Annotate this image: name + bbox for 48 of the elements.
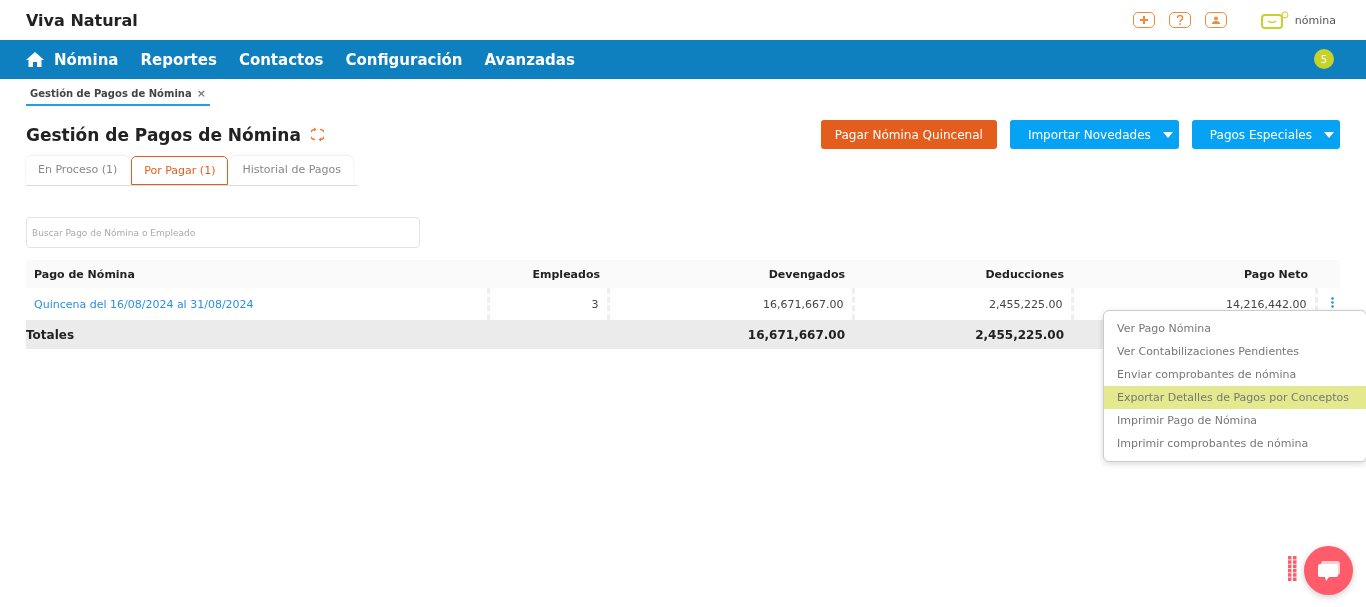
nav-item[interactable]: Reportes [140, 50, 217, 69]
menu-item[interactable]: Enviar comprobantes de nómina [1104, 363, 1366, 386]
open-tab[interactable]: Gestión de Pagos de Nómina × [26, 85, 210, 106]
column-header: Pago de Nómina [26, 260, 488, 288]
nav-item[interactable]: Configuración [345, 50, 463, 69]
column-header: Deducciones [853, 260, 1072, 288]
table-cell: 14,216,442.00 [1226, 297, 1307, 311]
chat-button[interactable] [1304, 546, 1353, 595]
home-icon[interactable] [26, 52, 44, 67]
table-cell: 16,671,667.00 [763, 297, 844, 311]
tab[interactable]: En Proceso (1) [26, 156, 130, 185]
pay-payroll-button[interactable]: Pagar Nómina Quincenal [820, 120, 997, 149]
menu-item[interactable]: Imprimir comprobantes de nómina [1104, 432, 1366, 455]
column-header: Devengados [608, 260, 853, 288]
close-icon[interactable]: × [196, 87, 206, 100]
chat-icon [1316, 559, 1341, 582]
page-title: Gestión de Pagos de Nómina [26, 124, 301, 145]
column-header: Pago Neto [1072, 260, 1316, 288]
menu-item[interactable]: Ver Contabilizaciones Pendientes [1104, 340, 1366, 363]
brand-name: nómina [1294, 13, 1336, 27]
tab[interactable]: Historial de Pagos [230, 156, 353, 185]
table-cell: 3 [591, 297, 599, 311]
help-icon[interactable] [1168, 12, 1191, 28]
nav-item[interactable]: Avanzadas [484, 50, 575, 69]
table-cell: 2,455,225.00 [989, 297, 1063, 311]
add-icon[interactable] [1132, 12, 1155, 28]
company-name: Viva Natural [26, 10, 138, 30]
dropdown-button[interactable]: Pagos Especiales [1191, 120, 1340, 149]
caret-icon [1324, 131, 1334, 138]
payroll-link[interactable]: Quincena del 16/08/2024 al 31/08/2024 [34, 297, 254, 311]
grip-icon[interactable] [1288, 556, 1297, 581]
smile-logo-icon [1260, 11, 1289, 29]
nav-item[interactable]: Contactos [238, 50, 324, 69]
tab[interactable]: Por Pagar (1) [131, 156, 229, 185]
total-label: Totales [26, 327, 75, 342]
total-cell: 16,671,667.00 [747, 327, 845, 342]
refresh-icon[interactable] [310, 127, 324, 142]
menu-item[interactable]: Exportar Detalles de Pagos por Conceptos [1104, 386, 1366, 409]
total-cell: 2,455,225.00 [975, 327, 1064, 342]
menu-item[interactable]: Imprimir Pago de Nómina [1104, 409, 1366, 432]
caret-icon [1162, 131, 1173, 138]
nav-item[interactable]: Nómina [54, 50, 119, 69]
menu-item[interactable]: Ver Pago Nómina [1104, 317, 1366, 340]
search-field[interactable]: Buscar Pago de Nómina o Empleado [26, 217, 420, 248]
user-icon[interactable] [1204, 12, 1227, 28]
column-header: Empleados [488, 260, 608, 288]
more-options-icon[interactable] [1331, 297, 1334, 308]
dropdown-button[interactable]: Importar Novedades [1009, 120, 1179, 149]
